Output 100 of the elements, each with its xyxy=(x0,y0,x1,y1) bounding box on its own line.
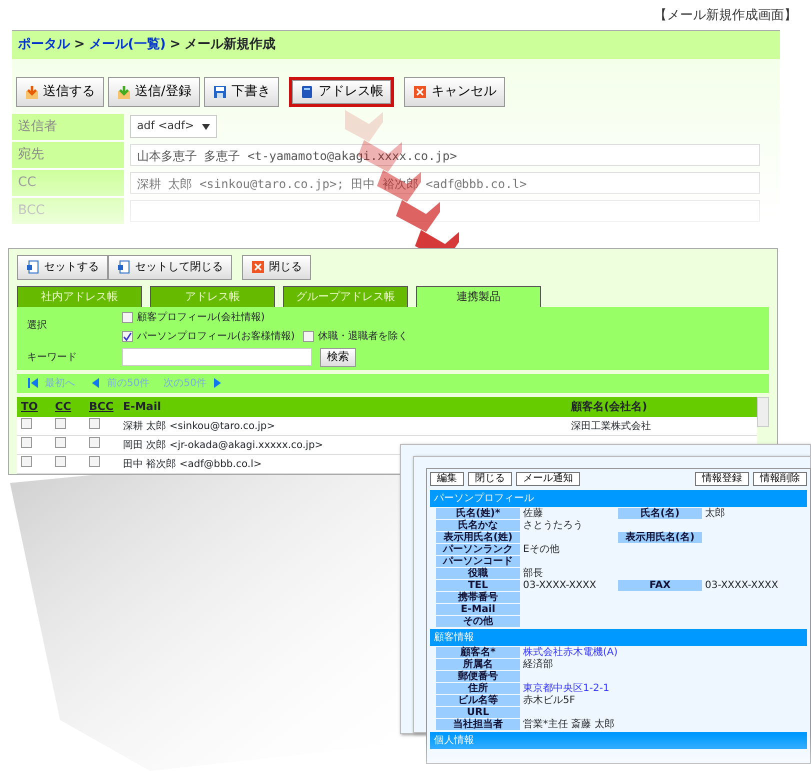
field-value: さとうたろう xyxy=(523,520,584,531)
tab[interactable]: 連携製品 xyxy=(416,286,541,307)
field-link[interactable]: 株式会社赤木電機(A) xyxy=(523,647,615,658)
table-cell: 深耕 太郎 <sinkou@taro.co.jp> xyxy=(119,417,568,436)
column-header: CC xyxy=(51,396,85,417)
toolbar-button[interactable]: 送信する xyxy=(16,76,104,106)
field-label: 郵便番号 xyxy=(436,671,520,682)
checkbox[interactable] xyxy=(21,456,32,467)
field-label: キーワード xyxy=(27,350,78,365)
checkbox-label: 休職・退職者を除く xyxy=(318,330,408,344)
checkbox[interactable] xyxy=(89,437,100,448)
field-label: ビル名等 xyxy=(436,695,520,706)
field-label: 携帯番号 xyxy=(436,592,520,603)
checkbox[interactable] xyxy=(122,312,133,323)
column-header: 顧客名(会社名) xyxy=(567,396,758,417)
toolbar-button[interactable]: 下書き xyxy=(204,76,280,106)
checkbox[interactable] xyxy=(21,437,32,448)
field-label: パーソンランク xyxy=(436,544,520,555)
checkbox[interactable] xyxy=(302,331,314,342)
field-value: 太郎 xyxy=(705,508,726,519)
field-label: E-Mail xyxy=(436,604,520,615)
document-icon xyxy=(26,260,40,274)
toolbar-button[interactable]: 閉じる xyxy=(242,255,311,280)
field-label: TEL xyxy=(436,580,520,591)
field-value: Eその他 xyxy=(523,544,560,555)
breadcrumb-link[interactable]: メール(一覧) xyxy=(88,35,166,54)
close-icon xyxy=(251,260,265,274)
toolbar-button[interactable]: 情報削除 xyxy=(753,472,807,486)
field-label: 宛先 xyxy=(12,142,124,168)
screen-caption: 【メール新規作成画面】 xyxy=(654,7,797,25)
breadcrumb-separator: > xyxy=(74,36,85,54)
scrollbar[interactable] xyxy=(757,396,769,426)
field-value: 経済部 xyxy=(523,659,554,670)
checkbox[interactable] xyxy=(89,418,100,429)
toolbar-button[interactable]: キャンセル xyxy=(404,76,506,106)
field-label: 所属名 xyxy=(436,659,520,670)
sender-select[interactable]: adf <adf> xyxy=(130,115,218,138)
column-header: E-Mail xyxy=(119,396,568,417)
caret-icon xyxy=(202,124,210,130)
skip-back-icon xyxy=(27,376,41,390)
chevron-arrow xyxy=(345,110,383,142)
toolbar-button[interactable]: セットする xyxy=(17,255,108,280)
checkbox-label: 顧客プロフィール(会社情報) xyxy=(137,310,265,325)
search-button[interactable]: 検索 xyxy=(320,348,356,366)
toolbar-button[interactable]: 送信/登録 xyxy=(108,76,200,106)
field-value: 営業*主任 斎藤 太郎 xyxy=(523,719,615,730)
toolbar-button[interactable]: 情報登録 xyxy=(695,472,749,486)
chevron-arrow xyxy=(396,200,440,232)
checkbox[interactable] xyxy=(55,437,66,448)
close-icon xyxy=(413,84,428,98)
toolbar-button[interactable]: アドレス帳 xyxy=(289,76,394,106)
input-field[interactable]: 深耕 太郎 <sinkou@taro.co.jp>; 田中 裕次郎 <adf@bbb.co.l> xyxy=(130,172,760,194)
field-label: パーソンコード xyxy=(436,556,520,567)
field-value: 赤木ビル5F xyxy=(523,695,576,706)
chevron-arrow xyxy=(377,170,421,202)
table-cell: 深田工業株式会社 xyxy=(571,420,652,432)
field-label: CC xyxy=(12,170,124,196)
field-label: 氏名かな xyxy=(436,520,520,531)
checkbox-label: パーソンプロフィール(お客様情報) xyxy=(137,330,295,344)
input-field[interactable]: 山本多恵子 多恵子 <t-yamamoto@akagi.xxxx.co.jp> xyxy=(130,144,760,166)
breadcrumb-separator: > xyxy=(170,36,181,54)
field-label: 顧客名* xyxy=(436,647,520,658)
field-label: 表示用氏名(名) xyxy=(618,532,702,543)
field-label: その他 xyxy=(436,616,520,627)
input-field[interactable] xyxy=(130,200,760,222)
field-label: 氏名(姓)* xyxy=(436,508,520,519)
field-label: 送信者 xyxy=(12,114,124,140)
section-header: パーソンプロフィール xyxy=(430,490,807,507)
field-label: 表示用氏名(姓) xyxy=(436,532,520,543)
checkbox[interactable] xyxy=(55,418,66,429)
field-label: 氏名(名) xyxy=(618,508,702,519)
column-header: BCC xyxy=(85,396,119,417)
checkbox[interactable] xyxy=(122,331,133,342)
field-value: 部長 xyxy=(523,568,544,579)
field-label: FAX xyxy=(618,580,702,591)
field-link[interactable]: 東京都中央区1-2-1 xyxy=(523,683,615,694)
field-label: 役職 xyxy=(436,568,520,579)
toolbar-button[interactable]: 編集 xyxy=(430,472,464,486)
arrow-icon xyxy=(117,84,131,98)
check-icon xyxy=(123,332,132,341)
checkbox[interactable] xyxy=(89,456,100,467)
field-value: 03-XXXX-XXXX xyxy=(705,580,780,591)
checkbox[interactable] xyxy=(55,456,66,467)
keyword-field[interactable] xyxy=(122,348,312,366)
section-header: 顧客情報 xyxy=(430,629,807,646)
breadcrumb-current: メール新規作成 xyxy=(184,36,276,54)
checkbox[interactable] xyxy=(21,418,32,429)
toolbar-button[interactable]: 閉じる xyxy=(468,472,512,486)
field-value: 03-XXXX-XXXX xyxy=(523,580,598,591)
option-label: 選択 xyxy=(27,319,48,333)
toolbar-button[interactable]: セットして閉じる xyxy=(108,255,232,280)
column-header: TO xyxy=(17,396,51,417)
document-icon xyxy=(117,260,131,274)
field-label: URL xyxy=(436,707,520,718)
breadcrumb-link[interactable]: ポータル xyxy=(18,35,70,54)
field-label: BCC xyxy=(12,198,124,224)
toolbar-button[interactable]: メール通知 xyxy=(516,472,580,486)
field-value: 佐藤 xyxy=(523,508,544,519)
field-label: 当社担当者 xyxy=(436,719,520,730)
arrow-icon xyxy=(25,84,39,98)
